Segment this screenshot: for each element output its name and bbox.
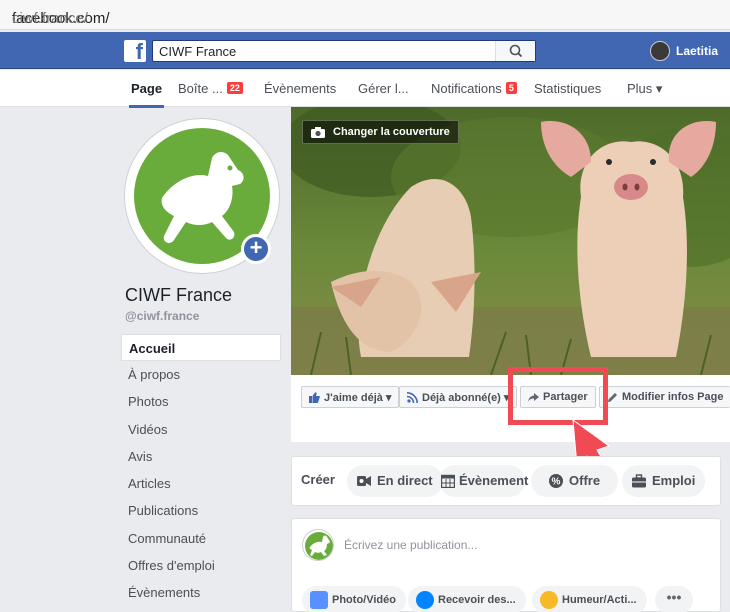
tab-events[interactable]: Évènements [264, 81, 336, 96]
share-highlight-box [508, 367, 608, 425]
offer-label: Offre [569, 473, 601, 488]
receive-messages-button[interactable]: Recevoir des... [408, 586, 526, 612]
page-handle[interactable]: @ciwf.france [125, 309, 199, 323]
cover-photo [291, 107, 730, 375]
facebook-logo-icon[interactable]: f [124, 39, 146, 64]
tab-inbox[interactable]: Boîte ... 22 [178, 81, 243, 96]
user-name: Laetitia [676, 44, 719, 58]
like-button-label: J'aime déjà ▾ [324, 392, 392, 404]
offer-percent-icon: % [549, 474, 563, 488]
follow-button[interactable]: Déjà abonné(e) ▾ [399, 386, 518, 408]
photo-icon [310, 591, 328, 609]
nav-item-videos[interactable]: Vidéos [121, 416, 281, 443]
tab-manage[interactable]: Gérer l... [358, 81, 409, 96]
nav-item-evenements[interactable]: Évènements [121, 579, 281, 606]
page-title: CIWF France [125, 285, 233, 305]
offer-button[interactable]: % Offre [531, 465, 618, 497]
nav-item-photos[interactable]: Photos [121, 388, 281, 415]
browser-address-bar[interactable]: facebook.com/ciwf.france/ [0, 0, 730, 30]
event-button[interactable]: Évènement [439, 465, 529, 497]
photo-video-button[interactable]: Photo/Vidéo [302, 586, 406, 612]
nav-item-publications[interactable]: Publications [121, 497, 281, 524]
avatar [650, 41, 670, 61]
receive-messages-label: Recevoir des... [438, 594, 516, 606]
more-options-button[interactable]: ••• [655, 586, 693, 612]
live-video-icon [357, 476, 371, 486]
follow-button-label: Déjà abonné(e) ▾ [422, 392, 510, 404]
nav-item-a-propos[interactable]: À propos [121, 361, 281, 388]
page-avatar [302, 529, 334, 561]
smiley-icon [540, 591, 558, 609]
nav-item-communaute[interactable]: Communauté [121, 525, 281, 552]
notifications-badge: 5 [505, 82, 517, 94]
live-button[interactable]: En direct [347, 465, 443, 497]
add-photo-icon[interactable]: + [241, 234, 271, 264]
like-button[interactable]: J'aime déjà ▾ [301, 386, 400, 408]
inbox-badge: 22 [226, 82, 243, 94]
facebook-top-bar: f Laetitia [0, 32, 730, 69]
pencil-icon [608, 393, 617, 402]
page-left-nav: Accueil À propos Photos Vidéos Avis Arti… [121, 334, 281, 607]
tab-statistics[interactable]: Statistiques [534, 81, 601, 96]
thumbs-up-icon [309, 392, 320, 403]
nav-item-offres-emploi[interactable]: Offres d'emploi [121, 552, 281, 579]
rss-icon [407, 392, 418, 403]
change-cover-button[interactable]: Changer la couverture [302, 120, 459, 144]
calendar-icon [441, 474, 455, 488]
briefcase-icon [632, 474, 646, 488]
job-button[interactable]: Emploi [622, 465, 706, 497]
create-label: Créer [301, 472, 335, 487]
job-label: Emploi [652, 473, 696, 488]
live-label: En direct [377, 473, 433, 488]
search-button[interactable] [495, 41, 535, 61]
camera-icon [311, 127, 325, 138]
nav-item-articles[interactable]: Articles [121, 470, 281, 497]
nav-item-avis[interactable]: Avis [121, 443, 281, 470]
search-box [152, 40, 536, 62]
feeling-activity-label: Humeur/Acti... [562, 594, 637, 606]
event-label: Évènement [459, 473, 529, 488]
edit-page-info-button[interactable]: Modifier infos Page [599, 386, 730, 408]
photo-video-label: Photo/Vidéo [332, 594, 396, 606]
tab-notifications[interactable]: Notifications 5 [431, 81, 517, 96]
messenger-icon [416, 591, 434, 609]
composer-input[interactable]: Écrivez une publication... [344, 538, 477, 552]
svg-text:%: % [552, 477, 561, 488]
nav-item-accueil[interactable]: Accueil [121, 334, 281, 361]
feeling-activity-button[interactable]: Humeur/Acti... [532, 586, 647, 612]
page-tabs-bar: Page Boîte ... 22 Évènements Gérer l... N… [0, 70, 730, 108]
search-icon [509, 44, 523, 58]
change-cover-label: Changer la couverture [333, 126, 450, 138]
search-input[interactable] [153, 41, 493, 61]
edit-page-info-label: Modifier infos Page [622, 391, 724, 403]
tab-more[interactable]: Plus ▾ [627, 81, 662, 97]
tab-page[interactable]: Page [128, 81, 165, 108]
